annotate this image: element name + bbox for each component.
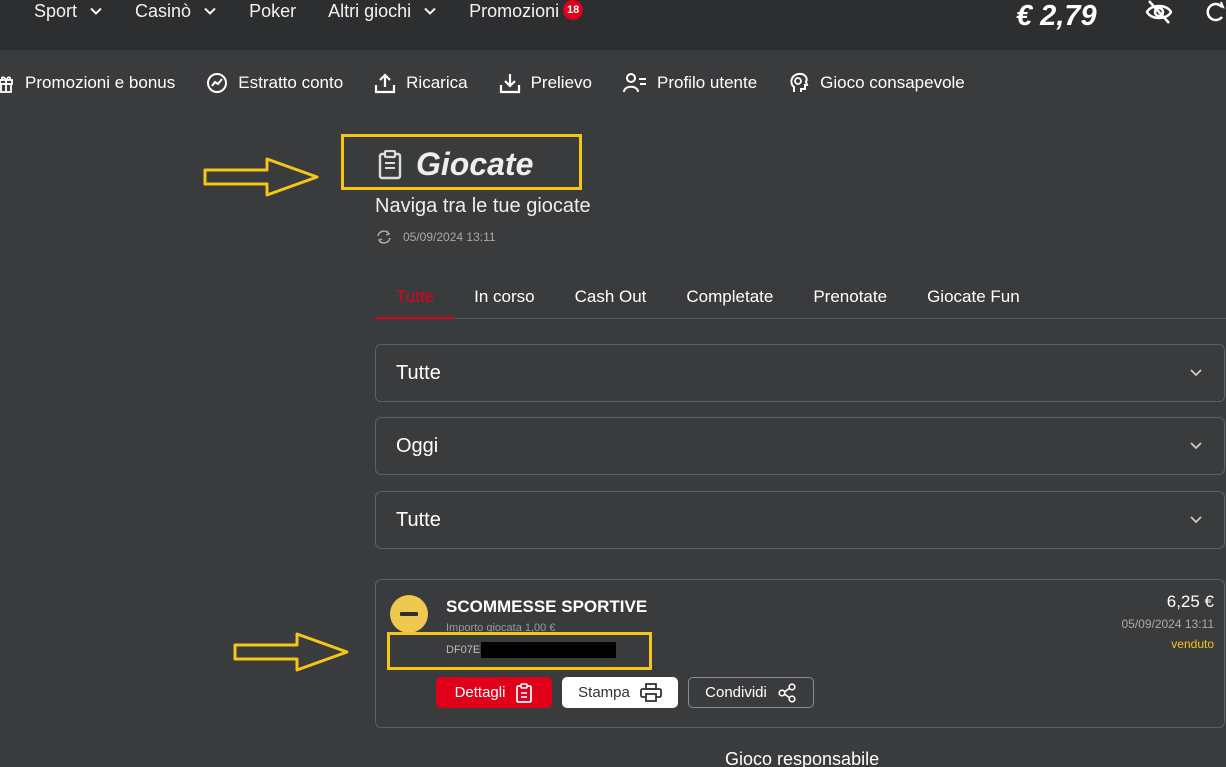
user-profile-icon xyxy=(622,73,646,93)
subnav-label: Profilo utente xyxy=(656,73,758,92)
responsible-gaming-link[interactable]: Gioco responsabile xyxy=(725,749,879,767)
head-icon xyxy=(790,72,809,92)
subnav-label: Gioco consapevole xyxy=(820,73,965,92)
filter-status-select[interactable]: Tutte xyxy=(375,491,1225,549)
balance-amount: € 2,79 xyxy=(1016,0,1097,32)
subnav-label: Promozioni e bonus xyxy=(25,73,176,92)
gift-icon xyxy=(0,76,13,93)
tab-giocate-fun[interactable]: Giocate Fun xyxy=(907,284,1040,319)
bet-status: venduto xyxy=(1171,637,1214,651)
upload-icon xyxy=(375,73,396,94)
trend-icon xyxy=(207,73,228,93)
subnav-label: Ricarica xyxy=(406,73,468,92)
filter-period-select[interactable]: Oggi xyxy=(375,417,1225,475)
share-button[interactable]: Condividi xyxy=(688,677,814,708)
filter-status-value: Tutte xyxy=(396,508,441,531)
nav-casino[interactable]: Casinò xyxy=(135,1,217,22)
nav-altri-giochi-label: Altri giochi xyxy=(328,0,412,21)
last-updated-time: 05/09/2024 13:11 xyxy=(403,230,496,244)
chevron-down-icon xyxy=(204,7,216,15)
tab-tutte[interactable]: Tutte xyxy=(375,284,455,319)
details-button[interactable]: Dettagli xyxy=(436,677,552,708)
nav-poker-label: Poker xyxy=(249,0,297,21)
chevron-down-icon xyxy=(1190,516,1202,524)
subnav-profilo-utente[interactable]: Profilo utente xyxy=(622,72,758,94)
share-label: Condividi xyxy=(705,684,767,701)
collapse-button[interactable] xyxy=(390,595,428,633)
code-highlight-box xyxy=(387,632,652,670)
page-subtitle: Naviga tra le tue giocate xyxy=(375,195,591,217)
subnav-gioco-consapevole[interactable]: Gioco consapevole xyxy=(788,72,965,94)
bet-win-amount: 6,25 € xyxy=(1166,592,1214,611)
nav-poker[interactable]: Poker xyxy=(249,1,296,22)
nav-sport[interactable]: Sport xyxy=(34,1,103,22)
subnav-promozioni-bonus[interactable]: Promozioni e bonus xyxy=(0,73,175,93)
printer-icon xyxy=(639,682,662,702)
account-navigation: Promozioni e bonus Estratto conto Ricari… xyxy=(0,70,996,96)
bet-tabs: Tutte In corso Cash Out Completate Preno… xyxy=(375,284,1226,319)
refresh-icon[interactable] xyxy=(1204,0,1226,24)
nav-sport-label: Sport xyxy=(34,0,78,21)
subnav-prelievo[interactable]: Prelievo xyxy=(499,72,592,94)
page-header: Giocate xyxy=(376,146,533,183)
tab-cash-out[interactable]: Cash Out xyxy=(555,284,667,319)
details-label: Dettagli xyxy=(454,684,506,701)
clipboard-icon xyxy=(516,682,533,703)
tab-in-corso[interactable]: In corso xyxy=(454,284,554,319)
clipboard-icon xyxy=(378,149,402,179)
download-icon xyxy=(499,74,520,94)
tab-prenotate[interactable]: Prenotate xyxy=(793,284,907,319)
print-button[interactable]: Stampa xyxy=(562,677,678,708)
share-icon xyxy=(778,682,796,703)
chevron-down-icon xyxy=(1190,369,1202,377)
annotation-arrow xyxy=(203,157,319,197)
last-updated[interactable]: 05/09/2024 13:11 xyxy=(375,229,496,245)
refresh-icon xyxy=(377,230,391,244)
subnav-label: Prelievo xyxy=(530,73,592,92)
nav-promozioni[interactable]: Promozioni 18 xyxy=(469,0,584,22)
print-label: Stampa xyxy=(578,684,630,701)
annotation-arrow xyxy=(233,632,349,672)
bet-summary: 6,25 € 05/09/2024 13:11 venduto xyxy=(1121,592,1214,651)
nav-altri-giochi[interactable]: Altri giochi xyxy=(328,1,437,22)
chevron-down-icon xyxy=(90,7,102,15)
filter-type-value: Tutte xyxy=(396,361,441,384)
bet-date: 05/09/2024 13:11 xyxy=(1121,617,1214,631)
filter-type-select[interactable]: Tutte xyxy=(375,344,1225,402)
chevron-down-icon xyxy=(424,7,436,15)
nav-promozioni-label: Promozioni xyxy=(469,0,560,21)
chevron-down-icon xyxy=(1190,442,1202,450)
minus-icon xyxy=(400,612,418,616)
eye-off-icon[interactable] xyxy=(1144,0,1174,26)
page-title: Giocate xyxy=(416,146,534,182)
promo-count-badge: 18 xyxy=(563,0,584,20)
filter-period-value: Oggi xyxy=(396,434,439,457)
subnav-ricarica[interactable]: Ricarica xyxy=(374,72,468,94)
tab-completate[interactable]: Completate xyxy=(666,284,793,319)
subnav-label: Estratto conto xyxy=(238,73,344,92)
top-navigation: Sport Casinò Poker Altri giochi Promozio… xyxy=(34,0,615,22)
nav-casino-label: Casinò xyxy=(135,0,192,21)
bet-title: SCOMMESSE SPORTIVE xyxy=(446,597,648,616)
subnav-estratto-conto[interactable]: Estratto conto xyxy=(206,72,343,94)
